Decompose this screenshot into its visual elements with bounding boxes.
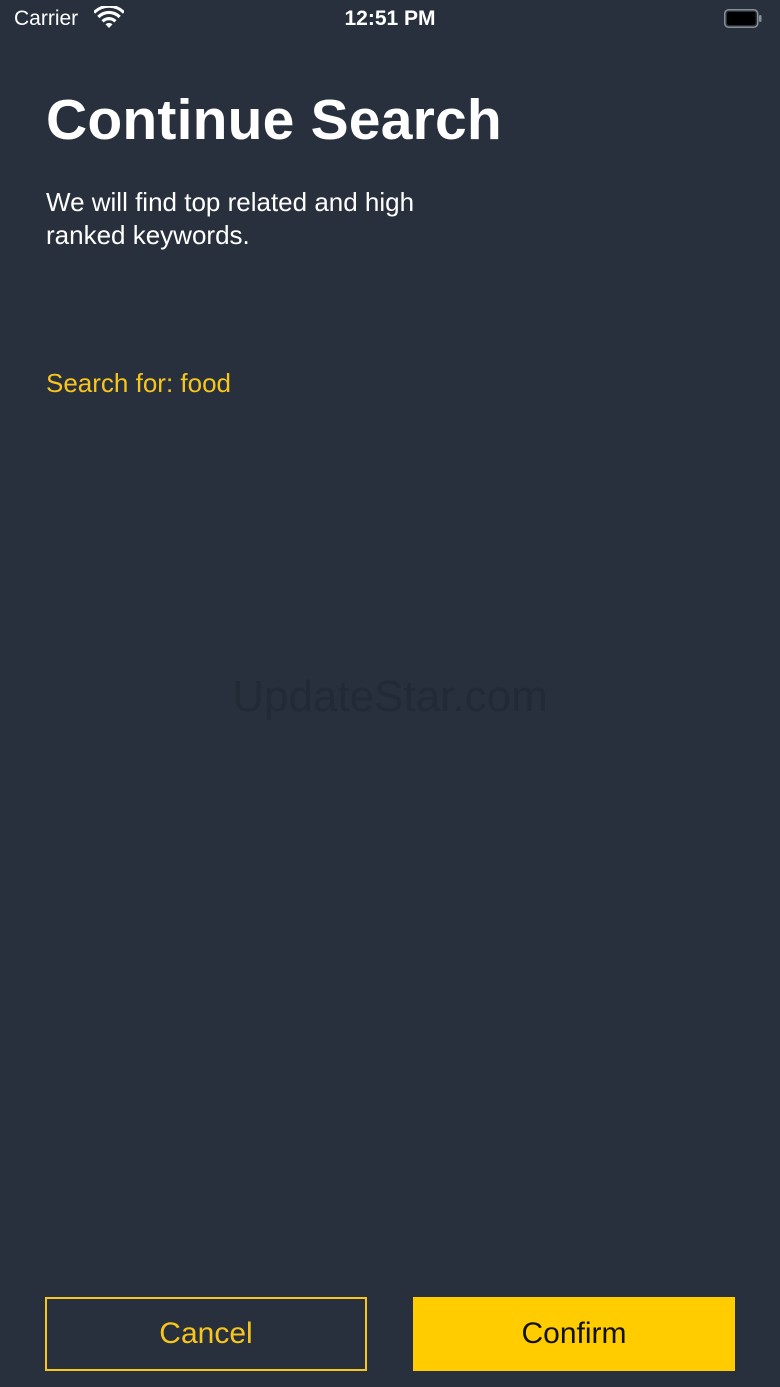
page-subtitle: We will find top related and high ranked… xyxy=(46,187,415,250)
clock: 12:51 PM xyxy=(344,7,436,30)
confirm-button[interactable]: Confirm xyxy=(413,1297,735,1371)
search-query-label: Search for: food xyxy=(46,368,231,398)
cancel-button[interactable]: Cancel xyxy=(45,1297,367,1371)
battery-icon xyxy=(724,9,762,28)
watermark: UpdateStar.com xyxy=(232,672,548,721)
status-bar: Carrier 12:51 PM xyxy=(0,0,780,40)
page-title: Continue Search xyxy=(46,88,502,152)
